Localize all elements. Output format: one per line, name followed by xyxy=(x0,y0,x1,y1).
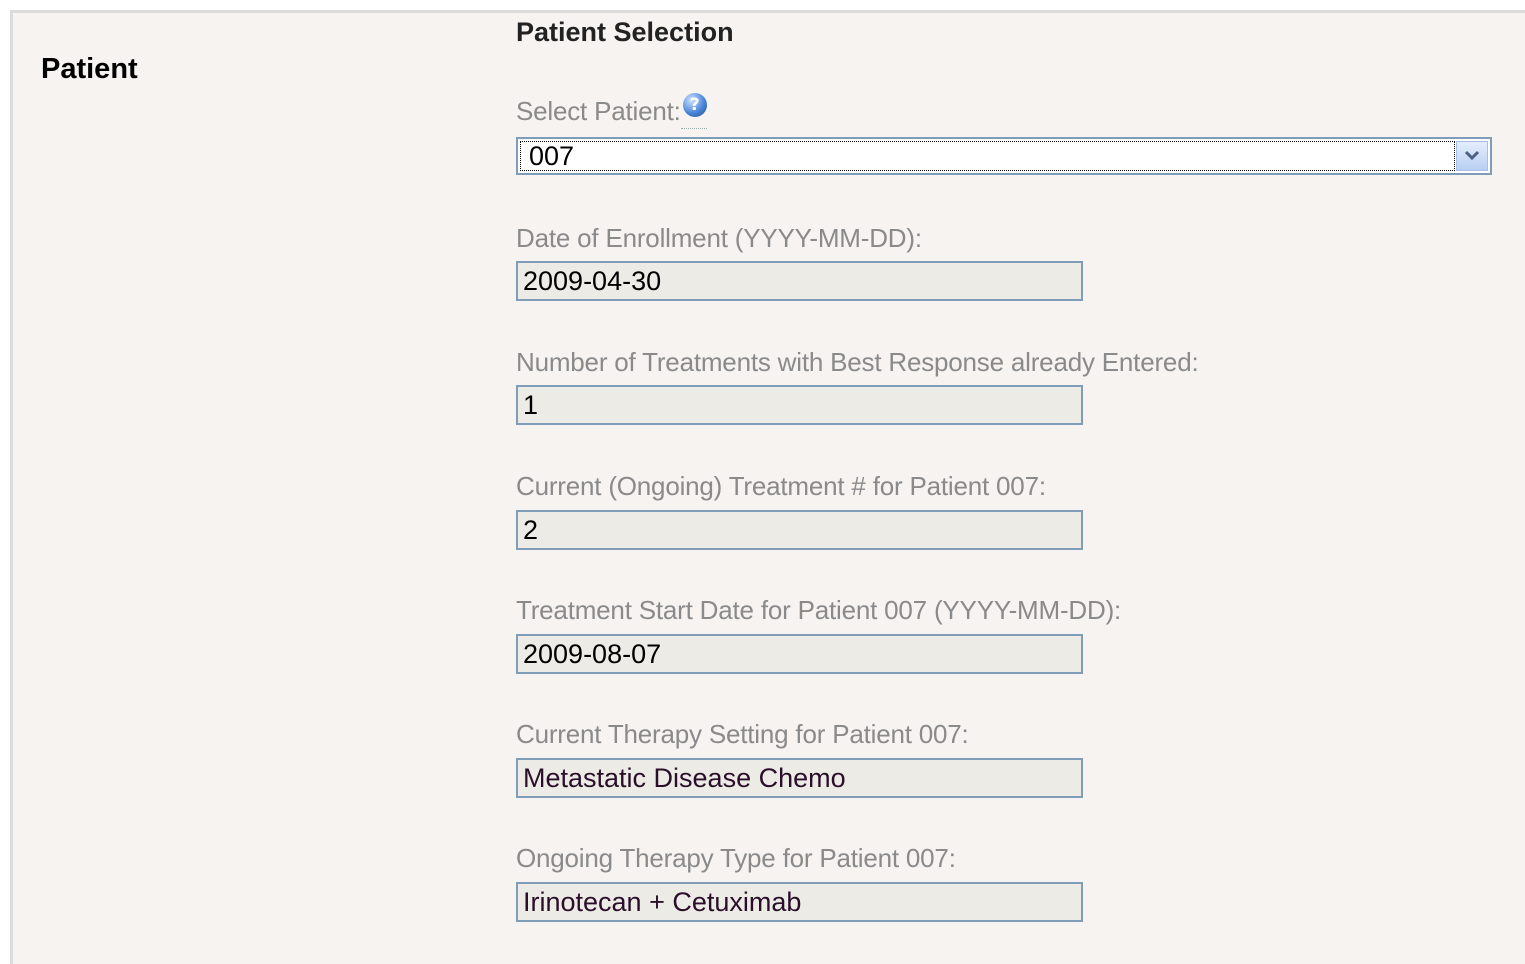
select-patient-label: Select Patient:? xyxy=(516,93,707,129)
current-treatment-label: Current (Ongoing) Treatment # for Patien… xyxy=(516,471,1046,501)
form-heading: Patient Selection xyxy=(516,17,734,47)
enrollment-date-label: Date of Enrollment (YYYY-MM-DD): xyxy=(516,223,922,253)
help-question-icon[interactable]: ? xyxy=(682,93,707,117)
current-treatment-field[interactable]: 2 xyxy=(516,510,1083,550)
treatments-count-field[interactable]: 1 xyxy=(516,385,1083,425)
therapy-type-field[interactable]: Irinotecan + Cetuximab xyxy=(516,882,1083,922)
therapy-setting-field[interactable]: Metastatic Disease Chemo xyxy=(516,758,1083,798)
enrollment-date-field[interactable]: 2009-04-30 xyxy=(516,261,1083,301)
treatment-start-date-label: Treatment Start Date for Patient 007 (YY… xyxy=(516,595,1122,625)
therapy-setting-label: Current Therapy Setting for Patient 007: xyxy=(516,719,969,749)
patient-select-value[interactable]: 007 xyxy=(520,141,1455,171)
treatment-start-date-field[interactable]: 2009-08-07 xyxy=(516,634,1083,674)
section-title: Patient xyxy=(41,53,138,85)
treatments-count-label: Number of Treatments with Best Response … xyxy=(516,347,1199,377)
patient-select[interactable]: 007 xyxy=(516,137,1492,175)
therapy-type-label: Ongoing Therapy Type for Patient 007: xyxy=(516,843,956,873)
select-patient-label-text: Select Patient: xyxy=(516,96,681,126)
patient-panel: Patient Patient Selection Select Patient… xyxy=(10,10,1525,964)
chevron-down-icon[interactable] xyxy=(1456,141,1488,171)
help-icon-wrapper[interactable]: ? xyxy=(680,93,707,129)
